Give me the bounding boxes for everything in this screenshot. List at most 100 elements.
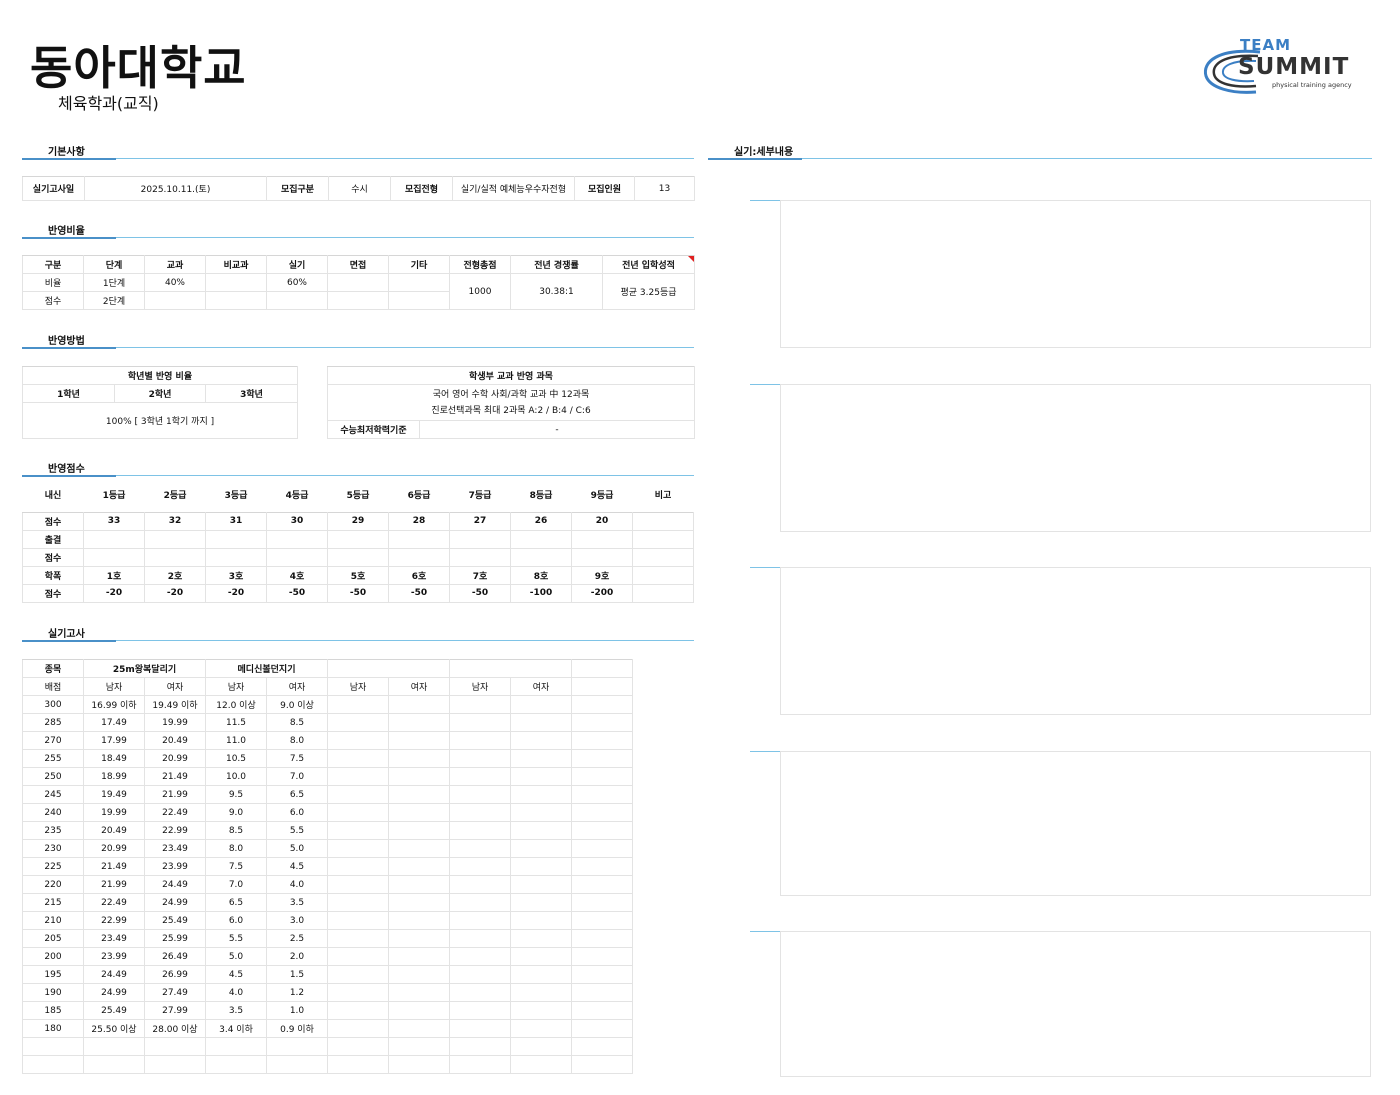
points-cell: 240 <box>22 803 84 822</box>
empty-cell <box>449 929 511 948</box>
record-cell: 7.0 <box>266 767 328 786</box>
empty-cell <box>571 821 633 840</box>
empty-cell <box>510 983 572 1002</box>
ratio-cell <box>266 291 328 310</box>
event-extra <box>571 659 633 678</box>
record-cell: 21.49 <box>83 857 145 876</box>
empty-cell <box>205 1055 267 1074</box>
record-cell: 20.99 <box>83 839 145 858</box>
empty-cell <box>83 1055 145 1074</box>
attendance-score-cell <box>83 547 145 567</box>
points-cell: 195 <box>22 965 84 984</box>
subject-line-1: 국어 영어 수학 사회/과학 교과 中 12과목 <box>432 389 590 400</box>
empty-cell <box>510 1055 572 1074</box>
empty-cell <box>510 929 572 948</box>
discipline-level-cell: 2호 <box>144 565 206 585</box>
spacer-cell <box>572 504 633 512</box>
record-cell: 25.49 <box>83 1001 145 1020</box>
empty-cell <box>510 821 572 840</box>
empty-cell <box>327 875 389 894</box>
record-cell: 23.49 <box>144 839 206 858</box>
record-cell: 9.0 이상 <box>266 695 328 714</box>
discipline-score-cell <box>632 583 694 603</box>
empty-cell <box>571 911 633 930</box>
discipline-score-row: 점수 -20 -20 -20 -50 -50 -50 -50 -100 -200 <box>22 583 694 603</box>
ratio-header: 비교과 <box>205 255 267 274</box>
ratio-cell <box>327 291 389 310</box>
empty-cell <box>449 1037 511 1056</box>
record-cell: 5.5 <box>266 821 328 840</box>
points-cell: 205 <box>22 929 84 948</box>
attendance-cell <box>205 529 267 549</box>
points-cell: 180 <box>22 1019 84 1038</box>
empty-cell <box>327 1001 389 1020</box>
record-cell: 4.0 <box>205 983 267 1002</box>
discipline-level-cell: 1호 <box>83 565 145 585</box>
score-header-cell: 1등급 <box>102 490 126 501</box>
record-cell: 17.99 <box>83 731 145 750</box>
score-spacer-row <box>23 504 694 512</box>
logo-tagline: physical training agency <box>1272 81 1352 89</box>
points-cell: 285 <box>22 713 84 732</box>
detail-panel <box>780 200 1371 348</box>
discipline-score-cell: -50 <box>327 583 389 603</box>
empty-cell <box>449 749 511 768</box>
score-header-cell: 7등급 <box>468 490 492 501</box>
empty-cell <box>571 1001 633 1020</box>
score-header-cell: 8등급 <box>529 490 553 501</box>
empty-cell <box>22 1037 84 1056</box>
empty-cell <box>571 713 633 732</box>
record-cell: 3.0 <box>266 911 328 930</box>
empty-cell <box>571 803 633 822</box>
empty-cell <box>388 821 450 840</box>
total-score: 1000 <box>449 273 511 310</box>
record-cell: 1.5 <box>266 965 328 984</box>
empty-cell <box>327 1055 389 1074</box>
empty-cell <box>571 983 633 1002</box>
empty-cell <box>571 929 633 948</box>
exam-row: 185 25.49 27.99 3.5 1.0 <box>22 1001 694 1020</box>
record-cell: 3.5 <box>205 1001 267 1020</box>
subject-title: 학생부 교과 반영 과목 <box>326 366 696 385</box>
empty-cell <box>388 857 450 876</box>
discipline-level-cell: 4호 <box>266 565 328 585</box>
record-cell: 9.0 <box>205 803 267 822</box>
empty-cell <box>327 767 389 786</box>
empty-cell <box>449 1019 511 1038</box>
type-value: 수시 <box>328 176 391 201</box>
empty-cell <box>510 785 572 804</box>
ratio-table: 구분 단계 교과 비교과 실기 면접 기타 전형총점 전년 경쟁률 전년 입학성… <box>22 255 695 310</box>
detail-panel <box>780 567 1371 715</box>
empty-cell <box>327 1037 389 1056</box>
record-cell: 18.99 <box>83 767 145 786</box>
discipline-score-cell: -50 <box>449 583 511 603</box>
section-exam: 실기고사 <box>22 622 694 642</box>
empty-cell <box>449 983 511 1002</box>
empty-cell <box>83 1037 145 1056</box>
gender-cell: 남자 <box>449 677 511 696</box>
empty-cell <box>327 839 389 858</box>
empty-cell <box>388 893 450 912</box>
gender-cell: 남자 <box>83 677 145 696</box>
discipline-level-cell: 3호 <box>205 565 267 585</box>
min-standard-value: - <box>418 420 696 439</box>
empty-cell <box>510 965 572 984</box>
exam-date-label: 실기고사일 <box>22 176 85 201</box>
empty-cell <box>327 749 389 768</box>
record-cell: 8.5 <box>266 713 328 732</box>
empty-cell <box>449 695 511 714</box>
record-cell: 8.0 <box>205 839 267 858</box>
prev-admission-score: 평균 3.25등급 <box>602 273 695 310</box>
score-header-cell: 내신 <box>44 490 62 501</box>
grade-score-cell: 30 <box>266 511 328 531</box>
points-cell: 235 <box>22 821 84 840</box>
attendance-cell <box>83 529 145 549</box>
empty-cell <box>510 767 572 786</box>
ratio-cell: 비율 <box>22 273 84 292</box>
discipline-level-cell: 8호 <box>510 565 572 585</box>
record-cell: 19.49 이하 <box>144 695 206 714</box>
points-cell: 270 <box>22 731 84 750</box>
gender-cell: 여자 <box>144 677 206 696</box>
discipline-level-cell <box>632 565 694 585</box>
empty-cell <box>388 1037 450 1056</box>
